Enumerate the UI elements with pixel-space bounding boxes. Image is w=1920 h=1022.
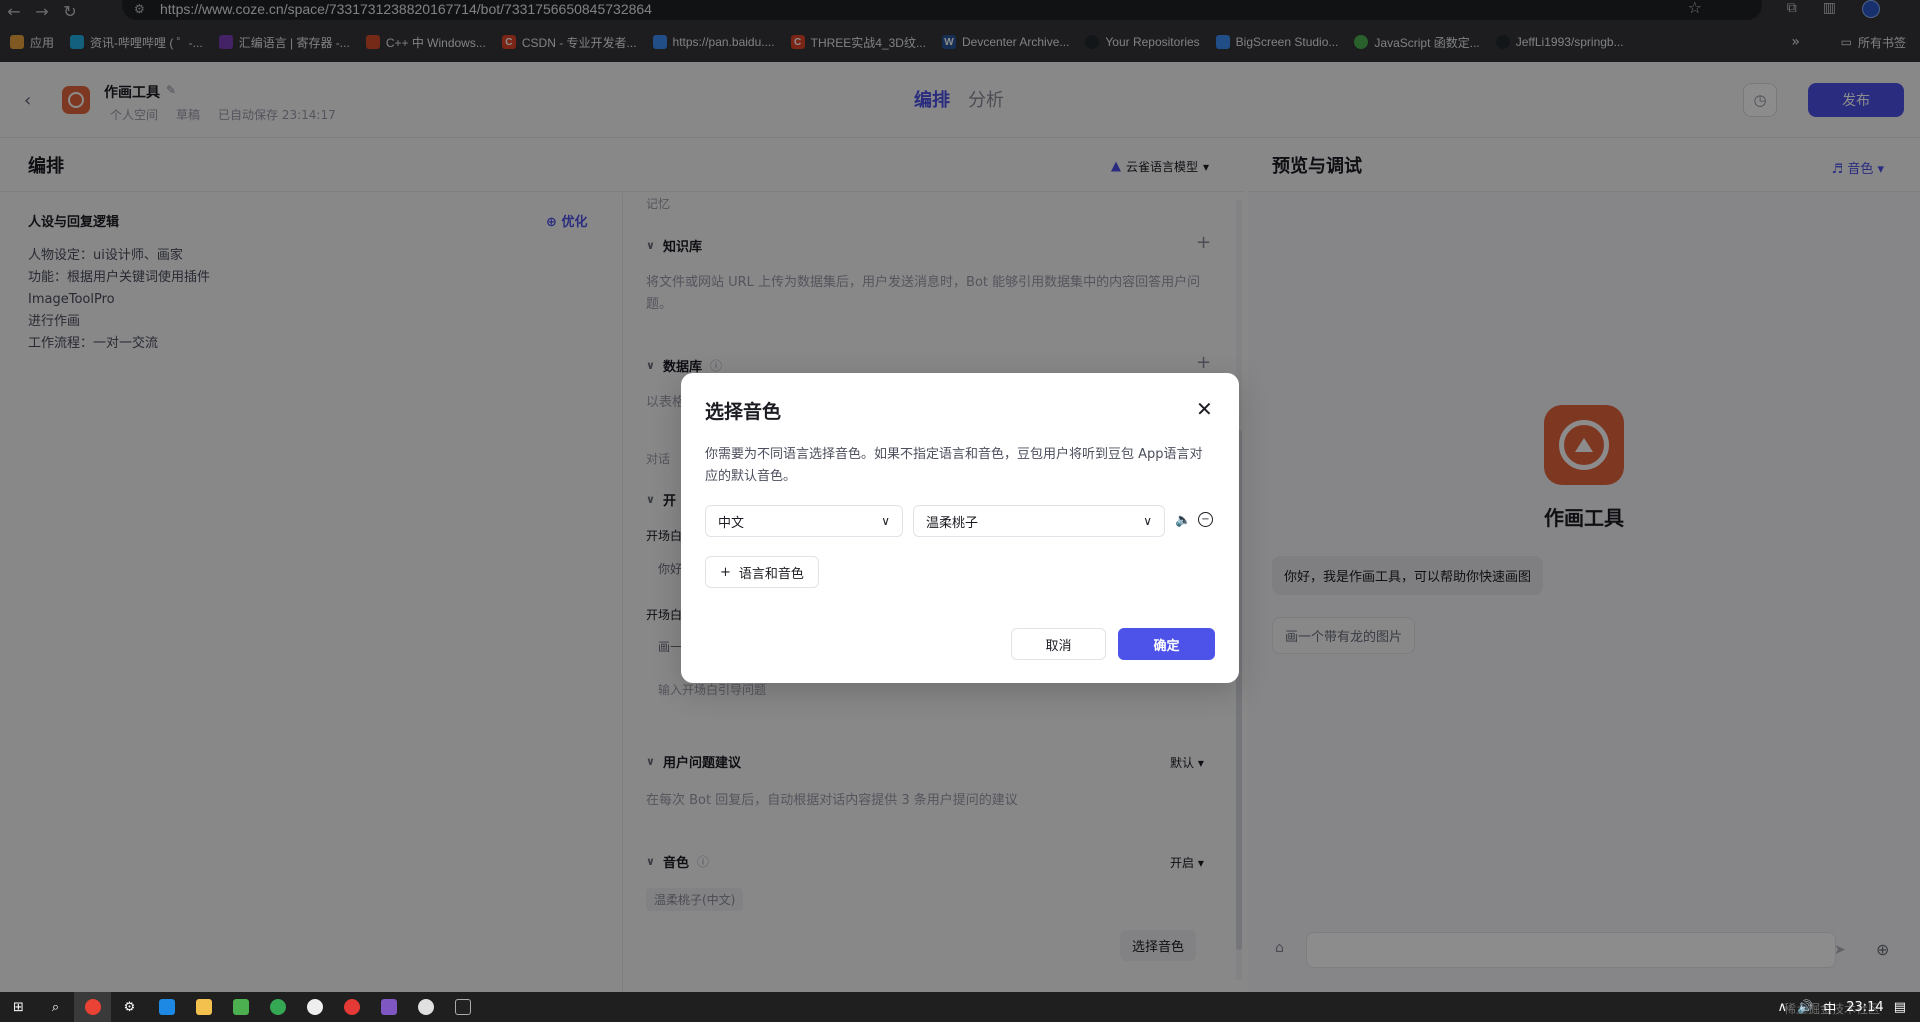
notification-icon[interactable]: ▤ xyxy=(1894,1000,1906,1015)
watermark: 稀土掘金技术社区 xyxy=(1783,1002,1880,1016)
qq-icon[interactable] xyxy=(296,992,333,1022)
chrome-icon[interactable] xyxy=(74,992,111,1022)
search-icon[interactable]: ⌕ xyxy=(37,992,74,1022)
browser-icon[interactable] xyxy=(259,992,296,1022)
file-explorer-icon[interactable] xyxy=(185,992,222,1022)
dialog-title: 选择音色 xyxy=(705,401,782,423)
pycharm-icon[interactable] xyxy=(444,992,481,1022)
add-language-voice-button[interactable]: + 语言和音色 xyxy=(705,556,819,588)
chevron-down-icon: ∨ xyxy=(1143,514,1152,528)
close-icon[interactable]: ✕ xyxy=(1196,397,1213,421)
taskbar-apps: ⊞ ⌕ ⚙ xyxy=(0,992,481,1022)
plus-icon: + xyxy=(720,564,731,580)
app-icon[interactable] xyxy=(222,992,259,1022)
cancel-button[interactable]: 取消 xyxy=(1011,628,1106,660)
remove-icon[interactable]: − xyxy=(1198,512,1213,527)
language-select[interactable]: 中文 ∨ xyxy=(705,505,903,537)
netease-music-icon[interactable] xyxy=(333,992,370,1022)
confirm-button[interactable]: 确定 xyxy=(1118,628,1215,660)
voice-select[interactable]: 温柔桃子 ∨ xyxy=(913,505,1165,537)
speaker-icon[interactable]: 🔈 xyxy=(1175,513,1191,528)
chevron-down-icon: ∨ xyxy=(881,514,890,528)
settings-icon[interactable]: ⚙ xyxy=(111,992,148,1022)
dialog-description: 你需要为不同语言选择音色。如果不指定语言和音色，豆包用户将听到豆包 App语言对… xyxy=(705,447,1203,484)
image-tool-icon[interactable] xyxy=(370,992,407,1022)
select-voice-dialog: 选择音色 ✕ 你需要为不同语言选择音色。如果不指定语言和音色，豆包用户将听到豆包… xyxy=(681,373,1239,683)
webstorm-icon[interactable] xyxy=(148,992,185,1022)
windows-taskbar: ⊞ ⌕ ⚙ ∧ 🔊 中 23:14 ▤ 稀土掘金技术社区 xyxy=(0,992,1920,1022)
windows-start-icon[interactable]: ⊞ xyxy=(0,992,37,1022)
wechat-icon[interactable] xyxy=(407,992,444,1022)
